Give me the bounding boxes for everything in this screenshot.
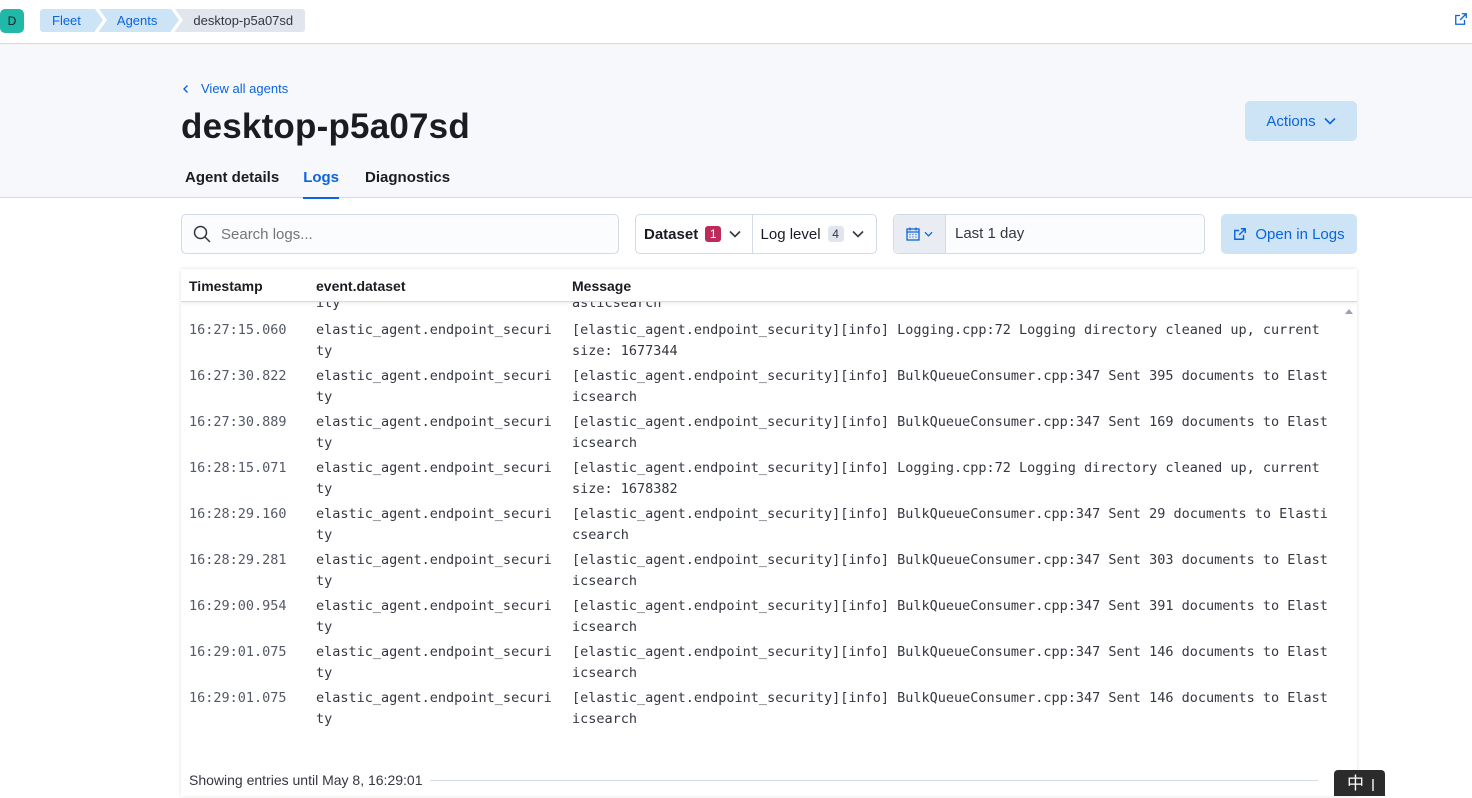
space-avatar[interactable]: D	[0, 9, 24, 33]
dataset-cell: elastic_agent.endpoint_security	[316, 460, 552, 497]
back-link-label: View all agents	[201, 81, 289, 96]
tab-logs[interactable]: Logs	[303, 163, 340, 199]
page-header: View all agents desktop-p5a07sd Actions …	[0, 45, 1472, 199]
actions-button[interactable]: Actions	[1245, 101, 1357, 141]
dataset-cell: elastic_agent.endpoint_security	[316, 644, 552, 681]
date-range-text[interactable]: Last 1 day	[946, 215, 1024, 253]
message-cell: [elastic_agent.endpoint_security][info] …	[572, 598, 1328, 635]
table-row[interactable]: 16:29:00.954 elastic_agent.endpoint_secur…	[181, 591, 1357, 637]
dataset-label: Dataset	[644, 225, 699, 243]
tab-diagnostics[interactable]: Diagnostics	[365, 163, 450, 199]
log-level-label: Log level	[760, 225, 821, 243]
search-input[interactable]	[221, 225, 601, 243]
quick-select-button[interactable]	[894, 215, 946, 253]
timestamp-cell: 16:27:30.822	[189, 368, 287, 384]
external-link-icon[interactable]	[1454, 12, 1468, 26]
search-icon	[193, 225, 211, 243]
table-header: Timestamp event.dataset Message	[181, 269, 1357, 302]
dataset-cell: elastic_agent.endpoint_security	[316, 322, 552, 359]
table-row[interactable]: 16:29:01.075 elastic_agent.endpoint_secur…	[181, 683, 1357, 729]
message-cell: [elastic_agent.endpoint_security][info] …	[572, 414, 1328, 451]
chevron-down-icon	[851, 230, 864, 238]
message-cell: [elastic_agent.endpoint_security][info] …	[572, 322, 1320, 359]
column-header-timestamp: Timestamp	[189, 278, 263, 294]
stream-footer: Showing entries until May 8, 16:29:01	[189, 772, 1319, 788]
tab-agent-details[interactable]: Agent details	[185, 163, 279, 199]
message-cell: [elastic_agent.endpoint_security][info] …	[572, 552, 1328, 589]
message-cell: [elastic_agent.endpoint_security][info] …	[572, 506, 1328, 543]
table-row[interactable]: 16:28:29.160 elastic_agent.endpoint_secur…	[181, 499, 1357, 545]
filter-group: Dataset 1 Log level 4	[635, 214, 877, 254]
timestamp-cell: 16:29:01.075	[189, 644, 287, 660]
open-in-logs-label: Open in Logs	[1255, 225, 1345, 243]
ime-label: 中	[1347, 774, 1364, 793]
column-header-dataset: event.dataset	[316, 278, 406, 294]
timestamp-cell: 16:27:15.060	[189, 322, 287, 338]
view-all-agents-link[interactable]: View all agents	[181, 81, 288, 96]
table-row[interactable]: 16:27:30.889 elastic_agent.endpoint_secur…	[181, 407, 1357, 453]
message-cell: [elastic_agent.endpoint_security][info] …	[572, 644, 1328, 681]
log-level-count-badge: 4	[827, 226, 844, 242]
table-row[interactable]: 16:28:15.071 elastic_agent.endpoint_secur…	[181, 453, 1357, 499]
dataset-cell: elastic_agent.endpoint_security	[316, 368, 552, 405]
chevron-left-icon	[183, 84, 188, 93]
dataset-cell: elastic_agent.endpoint_security	[316, 414, 552, 451]
table-row[interactable]: 16:29:01.075 elastic_agent.endpoint_secur…	[181, 637, 1357, 683]
actions-label: Actions	[1266, 112, 1316, 130]
message-cell: [elastic_agent.endpoint_security][info] …	[572, 690, 1328, 727]
breadcrumb-agents[interactable]: Agents	[98, 9, 180, 32]
timestamp-cell: 16:28:15.071	[189, 460, 287, 476]
footer-divider	[430, 779, 1319, 781]
log-level-filter-button[interactable]: Log level 4	[753, 215, 876, 253]
log-rows: ity asticsearch 16:27:15.060 elastic_agen…	[181, 295, 1357, 729]
chevron-down-icon	[729, 230, 741, 238]
agent-tabs: Agent details Logs Diagnostics	[181, 163, 454, 199]
message-cell: [elastic_agent.endpoint_security][info] …	[572, 460, 1320, 497]
showing-entries-text: Showing entries until May 8, 16:29:01	[189, 772, 423, 788]
table-row[interactable]: 16:27:30.822 elastic_agent.endpoint_secur…	[181, 361, 1357, 407]
chevron-down-icon	[924, 231, 933, 237]
timestamp-cell: 16:27:30.889	[189, 414, 287, 430]
dataset-cell: elastic_agent.endpoint_security	[316, 552, 552, 589]
timestamp-cell: 16:29:01.075	[189, 690, 287, 706]
page-title: desktop-p5a07sd	[181, 107, 470, 146]
dataset-cell: elastic_agent.endpoint_security	[316, 690, 552, 727]
ime-indicator[interactable]: 中	[1334, 770, 1385, 796]
timestamp-cell: 16:29:00.954	[189, 598, 287, 614]
breadcrumb-fleet[interactable]: Fleet	[40, 9, 103, 32]
dataset-cell: elastic_agent.endpoint_security	[316, 598, 552, 635]
breadcrumb-current: desktop-p5a07sd	[175, 9, 306, 32]
table-row[interactable]: 16:28:29.281 elastic_agent.endpoint_secur…	[181, 545, 1357, 591]
date-picker: Last 1 day	[893, 214, 1205, 254]
ime-separator	[1372, 778, 1374, 791]
dataset-filter-button[interactable]: Dataset 1	[636, 215, 753, 253]
search-logs-field	[181, 214, 619, 254]
column-header-message: Message	[572, 278, 632, 294]
message-cell: [elastic_agent.endpoint_security][info] …	[572, 368, 1328, 405]
dataset-cell: elastic_agent.endpoint_security	[316, 506, 552, 543]
calendar-icon	[906, 227, 920, 241]
open-in-logs-button[interactable]: Open in Logs	[1221, 214, 1357, 254]
external-link-icon	[1234, 228, 1247, 240]
top-header: D Fleet Agents desktop-p5a07sd	[0, 0, 1472, 44]
breadcrumb: Fleet Agents desktop-p5a07sd	[40, 9, 309, 32]
table-row[interactable]: 16:27:15.060 elastic_agent.endpoint_secur…	[181, 315, 1357, 361]
chevron-down-icon	[1324, 117, 1336, 125]
timestamp-cell: 16:28:29.281	[189, 552, 287, 568]
dataset-count-badge: 1	[705, 226, 722, 242]
timestamp-cell: 16:28:29.160	[189, 506, 287, 522]
log-stream-panel[interactable]: Timestamp event.dataset Message ity asti…	[181, 269, 1357, 796]
